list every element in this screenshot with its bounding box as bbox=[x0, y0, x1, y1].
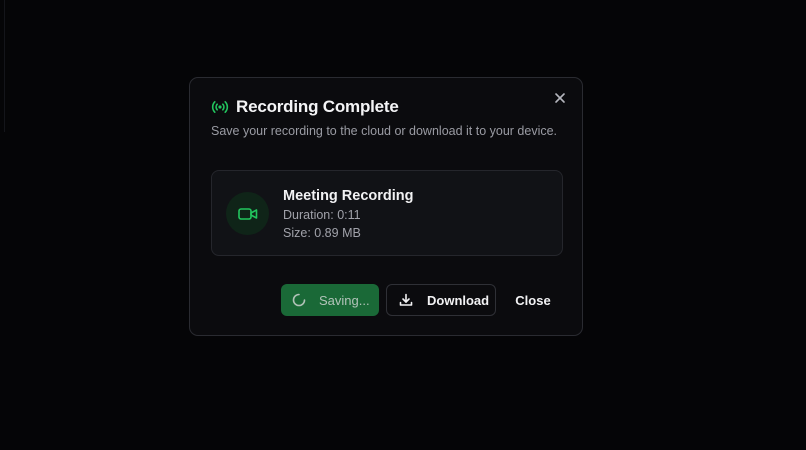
close-button-label: Close bbox=[515, 292, 551, 308]
recording-info-card: Meeting Recording Duration: 0:11 Size: 0… bbox=[211, 170, 563, 256]
broadcast-icon bbox=[211, 98, 229, 116]
recording-name: Meeting Recording bbox=[283, 188, 414, 204]
recording-complete-dialog: Recording Complete Save your recording t… bbox=[189, 77, 583, 336]
download-button[interactable]: Download bbox=[386, 284, 496, 316]
background-panel-edge bbox=[0, 0, 5, 132]
save-button-label: Saving... bbox=[319, 292, 370, 308]
dialog-description: Save your recording to the cloud or down… bbox=[211, 124, 558, 138]
dialog-title: Recording Complete bbox=[236, 97, 399, 116]
download-icon bbox=[399, 293, 413, 307]
close-icon[interactable] bbox=[553, 91, 567, 105]
close-button[interactable]: Close bbox=[506, 284, 560, 316]
save-button[interactable]: Saving... bbox=[281, 284, 379, 316]
dialog-header: Recording Complete bbox=[211, 97, 399, 117]
video-camera-icon bbox=[226, 192, 269, 235]
recording-size: Size: 0.89 MB bbox=[283, 226, 361, 240]
recording-duration: Duration: 0:11 bbox=[283, 208, 361, 222]
download-button-label: Download bbox=[427, 292, 490, 308]
spinner-icon bbox=[292, 293, 306, 307]
